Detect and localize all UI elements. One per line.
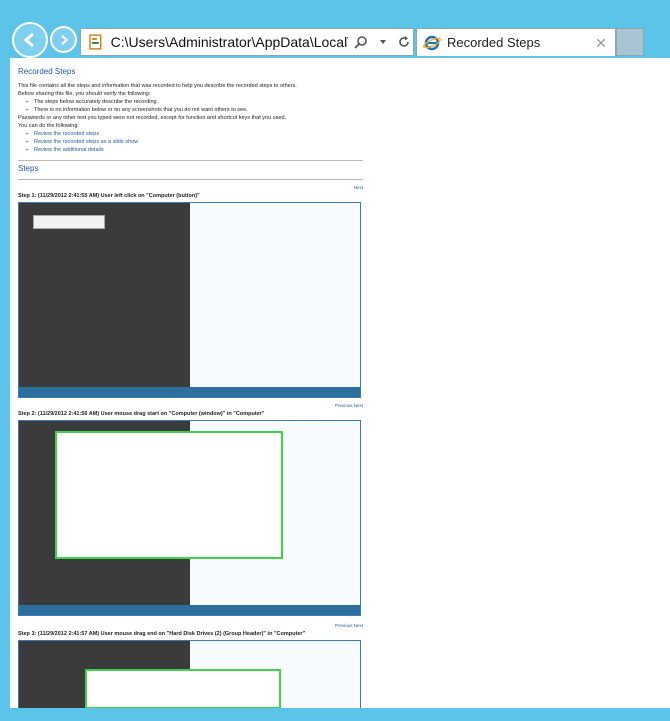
refresh-icon[interactable] xyxy=(395,33,413,51)
dropdown-icon[interactable] xyxy=(374,33,392,51)
list-item: There is no information below or on any … xyxy=(26,106,363,114)
additional-details-link[interactable]: Review the additional details xyxy=(26,146,363,154)
tab-recorded-steps[interactable]: Recorded Steps ✕ xyxy=(416,28,616,56)
passwords-note: Passwords or any other text you typed we… xyxy=(18,115,287,121)
review-steps-link[interactable]: Review the recorded steps xyxy=(26,130,363,138)
list-item: The steps below accurately describe the … xyxy=(26,98,363,106)
page-icon xyxy=(89,34,102,50)
you-can-text: You can do the following: xyxy=(18,123,79,129)
slide-show-link[interactable]: Review the recorded steps as a slide sho… xyxy=(26,138,363,146)
close-icon[interactable]: ✕ xyxy=(593,35,609,51)
screenshot-document-pane xyxy=(190,203,360,397)
window-bottom-frame xyxy=(0,708,670,721)
search-icon[interactable] xyxy=(352,33,370,51)
step-screenshot[interactable] xyxy=(18,202,361,398)
intro-text: This file contains all the steps and inf… xyxy=(18,83,297,89)
step-title: Step 3: (11/29/2012 2:41:57 AM) User mou… xyxy=(18,631,306,637)
step-nav-link[interactable]: Previous Next xyxy=(18,622,363,630)
page-title: Recorded Steps xyxy=(18,67,76,76)
address-bar[interactable]: C:\Users\Administrator\AppData\Local\Tem… xyxy=(80,28,414,56)
forward-button[interactable] xyxy=(50,26,77,53)
screenshot-window xyxy=(33,215,105,229)
checks-list: The steps below accurately describe the … xyxy=(26,98,363,114)
recorded-steps-document: Recorded Steps This file contains all th… xyxy=(18,68,363,708)
links-list: Review the recorded steps Review the rec… xyxy=(26,130,363,154)
step-title: Step 2: (11/29/2012 2:41:56 AM) User mou… xyxy=(18,411,265,417)
step-nav-link[interactable]: Next xyxy=(18,184,363,192)
divider xyxy=(18,179,363,180)
browser-chrome: C:\Users\Administrator\AppData\Local\Tem… xyxy=(0,0,670,60)
step-title: Step 1: (11/29/2012 2:41:55 AM) User lef… xyxy=(18,193,200,199)
screenshot-taskbar xyxy=(19,605,360,615)
new-tab-button[interactable] xyxy=(616,28,644,56)
highlighted-window xyxy=(55,431,283,559)
back-button[interactable] xyxy=(12,22,48,58)
page-viewport[interactable]: Recorded Steps This file contains all th… xyxy=(10,58,670,708)
tab-title: Recorded Steps xyxy=(447,35,541,50)
ie-icon xyxy=(423,35,441,50)
arrow-left-icon xyxy=(23,32,34,48)
divider xyxy=(18,160,363,161)
step-screenshot[interactable] xyxy=(18,420,361,616)
step-screenshot[interactable] xyxy=(18,640,361,708)
highlighted-window xyxy=(85,669,281,708)
address-url[interactable]: C:\Users\Administrator\AppData\Local\Tem… xyxy=(111,34,348,50)
step-nav-link[interactable]: Previous Next xyxy=(18,402,363,410)
steps-heading: Steps xyxy=(18,164,39,173)
screenshot-taskbar xyxy=(19,387,360,397)
before-sharing-text: Before sharing this file, you should ver… xyxy=(18,91,151,97)
arrow-right-icon xyxy=(60,34,68,45)
